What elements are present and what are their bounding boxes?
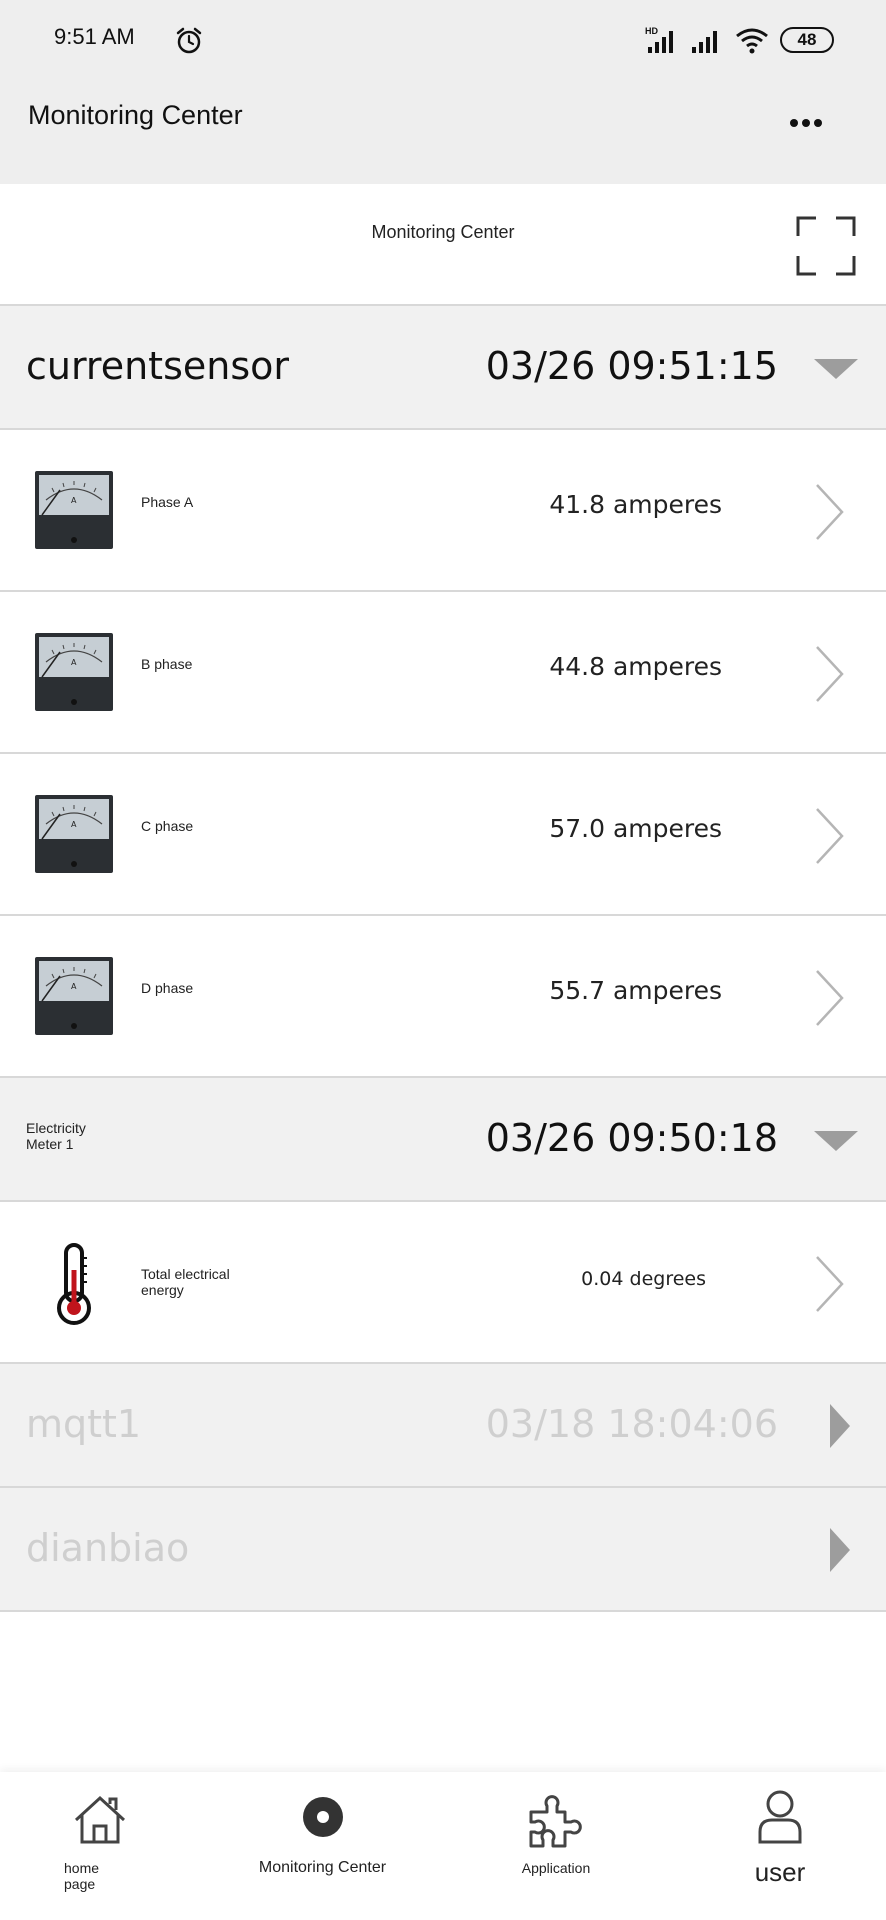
top-bar: 9:51 AM HD 48 Monitoring Center [0,0,886,184]
signal-icon [692,31,717,53]
item-label: D phase [141,980,194,996]
nav-item-application[interactable]: Application [500,1772,612,1920]
group-header-electricity-meter[interactable]: Electricity Meter 1 03/26 09:50:18 [0,1078,886,1202]
battery-level: 48 [797,30,817,49]
alarm-icon [176,27,202,54]
group-time: 03/18 18:04:06 [485,1402,778,1446]
item-value: 0.04 degrees [581,1268,706,1290]
group-name: Electricity Meter 1 [26,1120,86,1152]
item-label: Total electrical energy [141,1266,230,1298]
network-hd-label: HD [645,26,658,36]
nav-label: home page [64,1860,100,1892]
chevron-right-icon [816,646,844,702]
expand-arrow-icon[interactable] [830,1404,850,1448]
group-header-currentsensor[interactable]: currentsensor 03/26 09:51:15 [0,306,886,430]
thermometer-icon [57,1243,91,1325]
group-name: dianbiao [26,1526,190,1570]
group-name: mqtt1 [26,1402,142,1446]
status-time: 9:51 AM [54,24,135,49]
home-icon [74,1795,126,1844]
nav-label: Application [521,1860,591,1876]
chevron-right-icon [816,970,844,1026]
list-item[interactable]: Total electrical energy 0.04 degrees [0,1202,886,1364]
status-icons: HD 48 [644,24,834,56]
ammeter-icon: A [35,633,113,711]
collapse-arrow-icon[interactable] [814,1131,858,1151]
item-value: 44.8 amperes [549,652,722,681]
group-name: currentsensor [26,344,290,388]
chevron-right-icon [816,1256,844,1312]
page-header: Monitoring Center [0,184,886,306]
expand-arrow-icon[interactable] [830,1528,850,1572]
ammeter-icon: A [35,957,113,1035]
item-label: C phase [141,818,194,834]
battery-icon: 48 [780,27,834,53]
user-icon [758,1790,802,1844]
group-header-mqtt1[interactable]: mqtt1 03/18 18:04:06 [0,1364,886,1488]
ammeter-icon: A [35,795,113,873]
nav-item-user[interactable]: user [730,1772,830,1920]
nav-label: Monitoring Center [258,1859,387,1876]
list-item[interactable]: A D phase 55.7 amperes [0,916,886,1078]
group-header-dianbiao[interactable]: dianbiao [0,1488,886,1612]
bottom-nav: home page Monitoring Center Application … [0,1772,886,1920]
list-item[interactable]: A C phase 57.0 amperes [0,754,886,916]
svg-text:A: A [71,496,77,505]
puzzle-icon [529,1795,582,1848]
signal-hd-icon: HD [645,26,673,53]
nav-item-home[interactable]: home page [40,1772,160,1920]
item-value: 57.0 amperes [549,814,722,843]
list-item[interactable]: A Phase A 41.8 amperes [0,430,886,592]
item-value: 55.7 amperes [549,976,722,1005]
collapse-arrow-icon[interactable] [814,359,858,379]
more-dots-icon[interactable] [790,112,826,134]
nav-item-monitoring[interactable]: Monitoring Center [240,1772,405,1920]
item-value: 41.8 amperes [549,490,722,519]
list-item[interactable]: A B phase 44.8 amperes [0,592,886,754]
group-time: 03/26 09:50:18 [485,1116,778,1160]
appbar-title: Monitoring Center [28,100,243,130]
scan-icon[interactable] [796,216,856,276]
nav-label: user [754,1857,806,1887]
monitor-icon [302,1797,343,1837]
ammeter-icon: A [35,471,113,549]
svg-text:A: A [71,820,77,829]
chevron-right-icon [816,808,844,864]
group-time: 03/26 09:51:15 [485,344,778,388]
item-label: Phase A [141,494,194,510]
page-title: Monitoring Center [371,222,515,242]
wifi-icon [736,28,768,54]
chevron-right-icon [816,484,844,540]
svg-text:A: A [71,982,77,991]
svg-text:A: A [71,658,77,667]
item-label: B phase [141,656,193,672]
